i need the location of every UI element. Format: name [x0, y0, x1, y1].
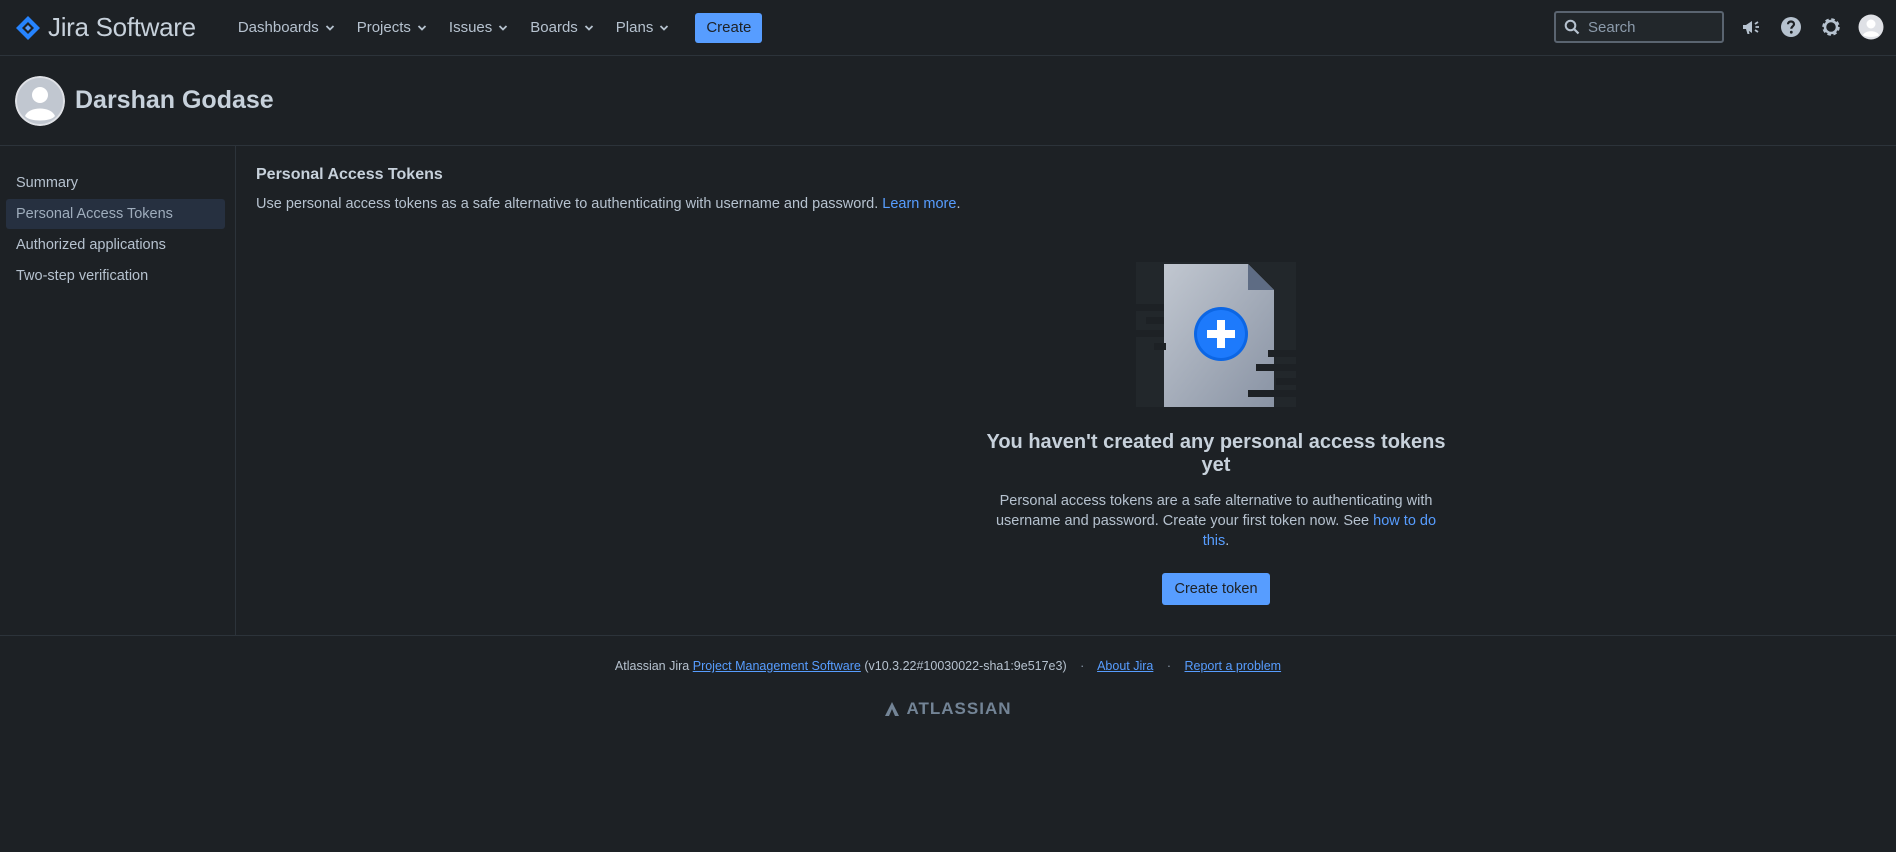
nav-projects-label: Projects — [356, 19, 411, 36]
top-navigation-bar: Jira Software Dashboards Projects Issues… — [0, 0, 1896, 56]
nav-issues-label: Issues — [448, 19, 493, 36]
nav-dashboards-label: Dashboards — [237, 19, 319, 36]
help-button[interactable] — [1778, 14, 1804, 40]
page-description: Use personal access tokens as a safe alt… — [256, 196, 1876, 212]
chevron-down-icon — [660, 24, 669, 31]
settings-button[interactable] — [1818, 14, 1844, 40]
header-tools — [1554, 11, 1884, 43]
footer-separator: · — [1166, 659, 1172, 673]
main-nav: Dashboards Projects Issues Boards Plans … — [230, 12, 763, 43]
atlassian-wordmark: ATLASSIAN — [906, 699, 1012, 718]
search-input[interactable] — [1588, 18, 1708, 36]
empty-desc-period: . — [1225, 533, 1230, 549]
jira-diamond-icon — [16, 15, 40, 40]
search-icon — [1564, 19, 1580, 35]
sidebar-item-summary[interactable]: Summary — [6, 168, 225, 198]
sidebar-item-personal-access-tokens[interactable]: Personal Access Tokens — [6, 199, 225, 229]
sidebar-item-authorized-applications[interactable]: Authorized applications — [6, 230, 225, 260]
profile-header: Darshan Godase — [0, 56, 1896, 146]
footer-version: (v10.3.22#10030022-sha1:9e517e3) — [864, 659, 1067, 673]
nav-plans-label: Plans — [615, 19, 654, 36]
nav-projects[interactable]: Projects — [349, 13, 435, 42]
create-token-button[interactable]: Create token — [1162, 573, 1270, 605]
search-box[interactable] — [1554, 11, 1724, 43]
main-panel: Personal Access Tokens Use personal acce… — [236, 146, 1896, 635]
create-button[interactable]: Create — [695, 12, 763, 43]
page-title: Personal Access Tokens — [256, 166, 443, 183]
nav-boards-label: Boards — [530, 19, 578, 36]
jira-logo[interactable]: Jira Software — [14, 12, 196, 43]
product-name: Jira Software — [48, 12, 196, 42]
avatar — [15, 75, 65, 126]
megaphone-icon — [1743, 21, 1759, 34]
content-area: Summary Personal Access Tokens Authorize… — [0, 146, 1896, 636]
chevron-down-icon — [499, 24, 508, 31]
about-jira-link[interactable]: About Jira — [1097, 659, 1153, 673]
report-problem-link[interactable]: Report a problem — [1185, 659, 1282, 673]
profile-name: Darshan Godase — [75, 86, 274, 114]
gear-icon — [1822, 18, 1840, 36]
footer: Atlassian Jira Project Management Softwa… — [0, 636, 1896, 719]
atlassian-logo: ATLASSIAN — [0, 699, 1896, 719]
chevron-down-icon — [584, 24, 593, 31]
document-plus-illustration — [1136, 262, 1296, 407]
avatar-icon — [1858, 14, 1884, 40]
sidebar: Summary Personal Access Tokens Authorize… — [0, 146, 236, 635]
empty-state-title: You haven't created any personal access … — [986, 431, 1446, 476]
notifications-button[interactable] — [1738, 14, 1764, 40]
footer-separator: · — [1080, 659, 1085, 673]
nav-plans[interactable]: Plans — [608, 13, 678, 42]
empty-state-description: Personal access tokens are a safe altern… — [986, 491, 1446, 551]
profile-avatar-button[interactable] — [1858, 14, 1884, 40]
description-period: . — [956, 196, 961, 212]
nav-dashboards[interactable]: Dashboards — [230, 13, 343, 42]
nav-boards[interactable]: Boards — [522, 13, 602, 42]
atlassian-mark-icon — [885, 702, 900, 716]
help-icon — [1781, 17, 1801, 37]
nav-issues[interactable]: Issues — [441, 13, 516, 42]
pms-link[interactable]: Project Management Software — [693, 659, 861, 673]
empty-desc-line2: username and password. Create your first… — [995, 513, 1370, 529]
learn-more-link[interactable]: Learn more — [882, 196, 956, 212]
sidebar-item-two-step-verification[interactable]: Two-step verification — [6, 261, 225, 291]
empty-state: You haven't created any personal access … — [236, 262, 1896, 605]
chevron-down-icon — [325, 24, 334, 31]
footer-prefix: Atlassian Jira — [614, 659, 690, 673]
empty-desc-line1: Personal access tokens are a safe altern… — [999, 493, 1433, 509]
chevron-down-icon — [417, 24, 427, 31]
description-text: Use personal access tokens as a safe alt… — [256, 196, 879, 212]
